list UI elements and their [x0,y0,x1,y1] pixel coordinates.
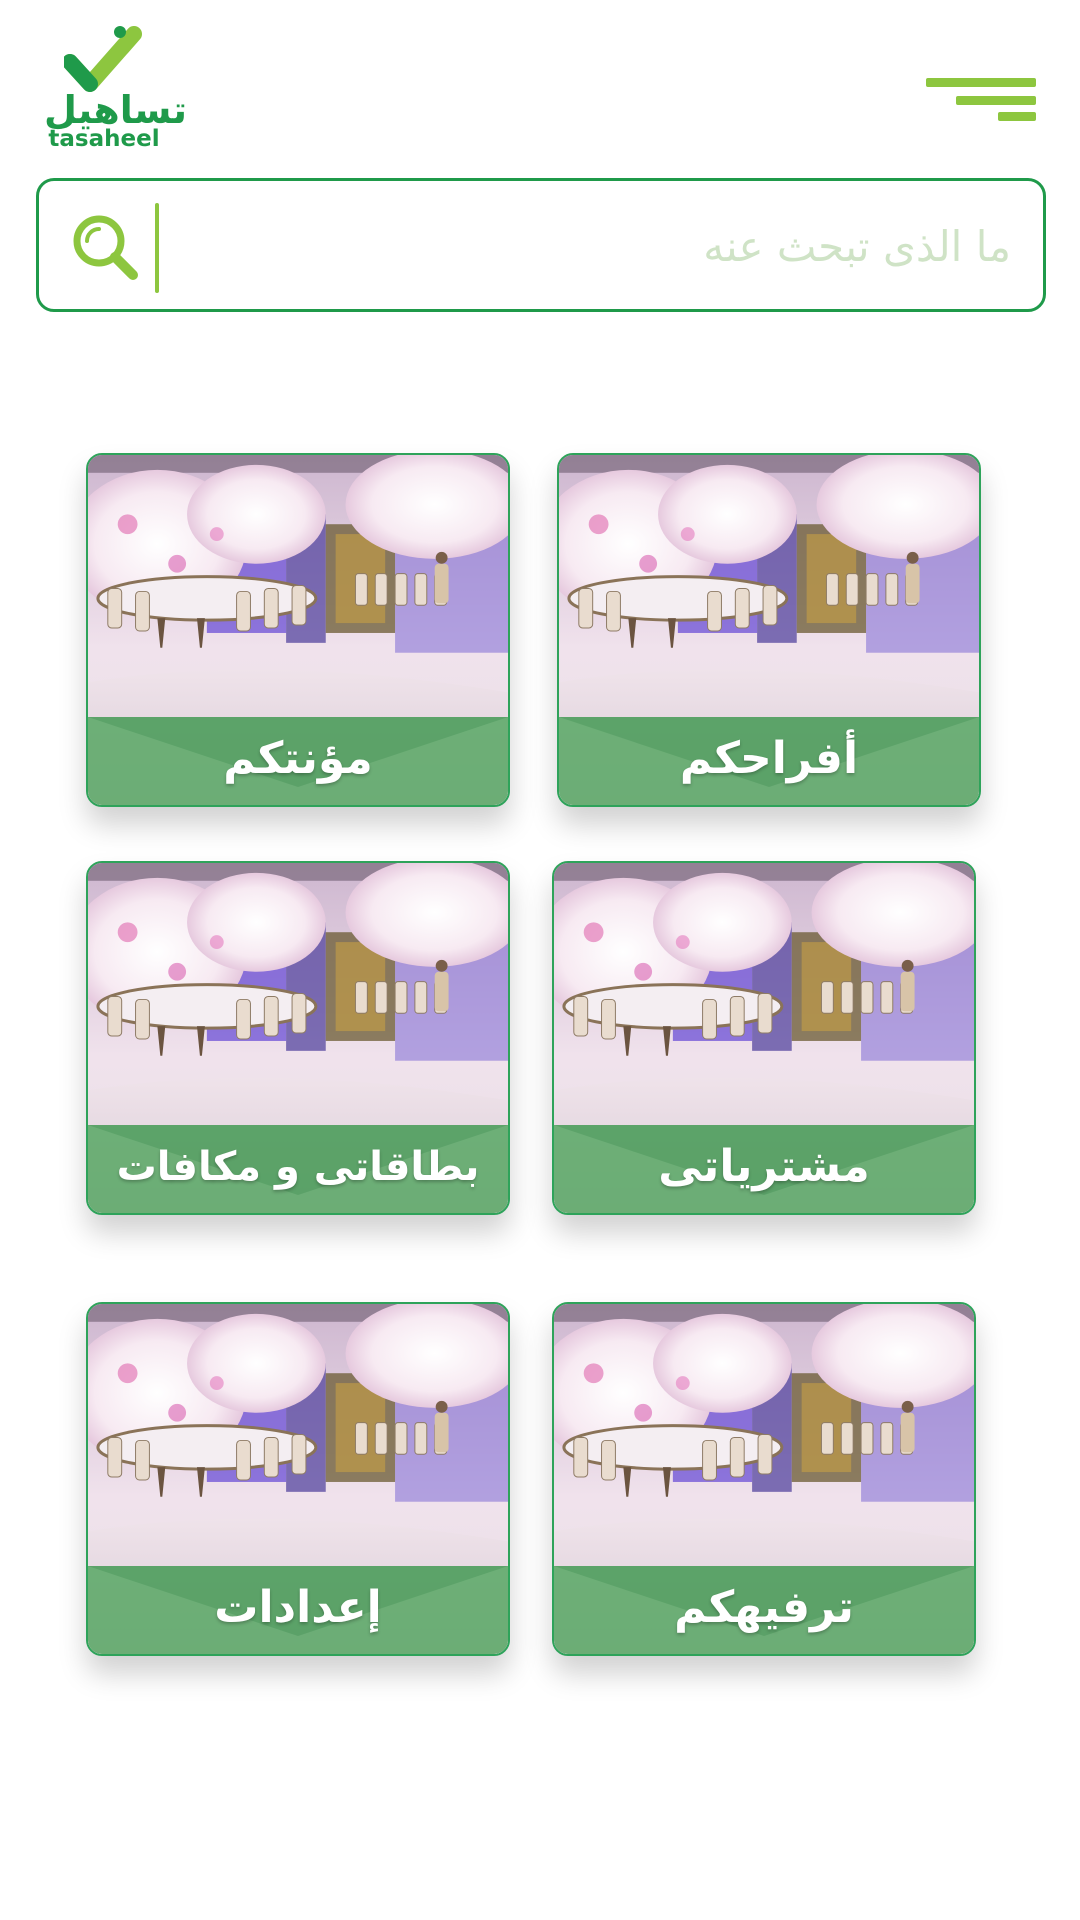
tile-label: بطاقاتى و مكافات [116,1144,480,1190]
tile-label: مشترياتى [658,1141,870,1192]
tile-settings[interactable]: إعدادات [86,1302,510,1656]
tile-entertainment[interactable]: ترفيهكم [552,1302,976,1656]
search-bar [36,178,1046,312]
tasaheel-logo: تساهيل tasaheel [44,26,187,156]
logo-english-text: tasaheel [48,126,160,152]
hamburger-icon [926,78,1036,87]
tile-cards-rewards[interactable]: بطاقاتى و مكافات [86,861,510,1215]
tile-label: أفراحكم [679,733,859,784]
tile-label: إعدادات [214,1582,382,1633]
home-screen: تساهيل tasaheel أفراحكم مؤنتكم مشترياتى [0,0,1080,1920]
search-divider [155,203,159,293]
search-icon[interactable] [69,211,141,283]
tile-label: ترفيهكم [674,1582,854,1633]
logo-arabic-text: تساهيل [44,88,187,132]
search-input[interactable] [169,191,1013,301]
menu-button[interactable] [920,78,1036,126]
tile-purchases[interactable]: مشترياتى [552,861,976,1215]
tile-weddings[interactable]: أفراحكم [557,453,981,807]
tile-label: مؤنتكم [223,733,373,784]
checkmark-logo-icon [64,26,142,92]
tile-provisions[interactable]: مؤنتكم [86,453,510,807]
